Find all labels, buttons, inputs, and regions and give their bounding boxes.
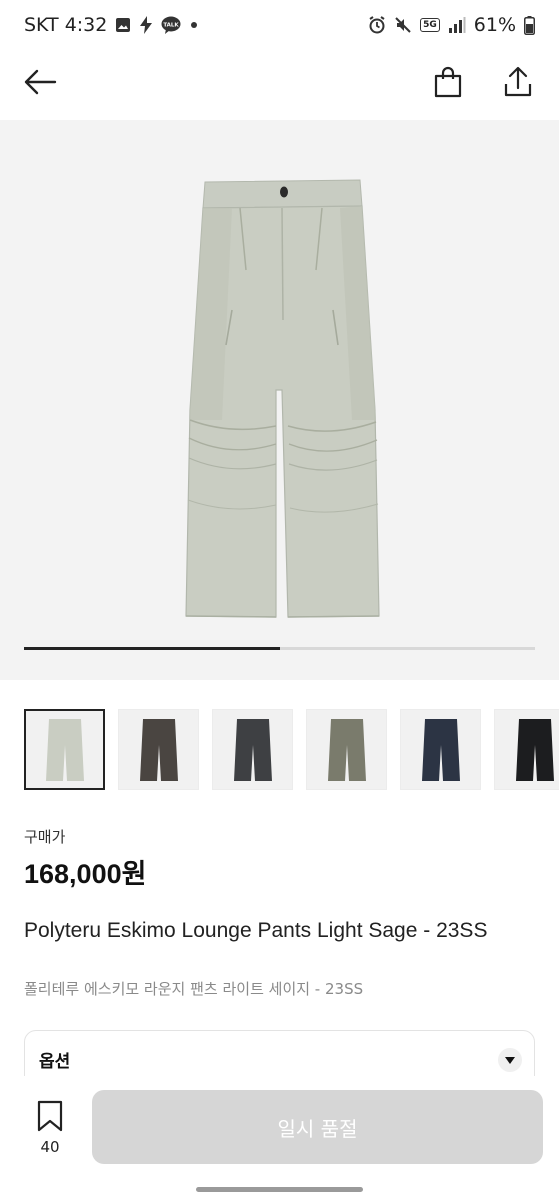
cart-button[interactable] <box>426 60 470 104</box>
bookmark-icon <box>37 1100 63 1132</box>
bookmark-count: 40 <box>40 1138 60 1156</box>
status-bar: SKT 4:32 TALK 5G 61% <box>0 0 559 50</box>
bolt-icon <box>139 16 153 34</box>
battery-percent: 61% <box>473 14 516 36</box>
product-image[interactable] <box>0 120 559 680</box>
carrier-time: SKT 4:32 <box>24 14 108 36</box>
price-label: 구매가 <box>24 828 66 846</box>
product-title-ko: 폴리테루 에스키모 라운지 팬츠 라이트 세이지 - 23SS <box>24 980 364 998</box>
thumbnail[interactable] <box>212 709 293 790</box>
product-title-en: Polyteru Eskimo Lounge Pants Light Sage … <box>24 919 488 942</box>
home-indicator[interactable] <box>196 1187 363 1192</box>
alarm-icon <box>368 16 386 34</box>
top-nav <box>0 54 559 108</box>
pants-illustration <box>185 179 380 618</box>
kakaotalk-icon: TALK <box>161 16 181 34</box>
shopping-bag-icon <box>434 66 462 98</box>
share-button[interactable] <box>496 60 540 104</box>
thumbnail[interactable] <box>118 709 199 790</box>
network-badge: 5G <box>420 18 440 32</box>
battery-icon <box>524 15 535 35</box>
thumbnail[interactable] <box>306 709 387 790</box>
thumbnail[interactable] <box>24 709 105 790</box>
dot-icon <box>189 20 199 30</box>
bottom-action-bar: 40 일시 품절 <box>0 1076 559 1200</box>
soldout-button[interactable]: 일시 품절 <box>92 1090 543 1164</box>
mute-icon <box>394 16 412 34</box>
share-icon <box>504 66 532 97</box>
back-button[interactable] <box>18 60 62 104</box>
thumbnail[interactable] <box>494 709 559 790</box>
bookmark-button[interactable]: 40 <box>24 1100 76 1162</box>
arrow-left-icon <box>24 69 57 95</box>
image-icon <box>115 17 131 33</box>
price-value: 168,000원 <box>24 859 147 889</box>
thumbnail[interactable] <box>400 709 481 790</box>
status-left: SKT 4:32 TALK <box>24 14 199 36</box>
gallery-progress-fill <box>24 647 280 650</box>
thumbnail-strip <box>24 709 559 791</box>
chevron-down-icon <box>498 1048 522 1072</box>
status-right: 5G 61% <box>368 14 535 36</box>
option-label: 옵션 <box>39 1052 71 1072</box>
signal-icon <box>448 17 466 33</box>
gallery-progress <box>24 647 535 650</box>
svg-text:TALK: TALK <box>164 23 180 29</box>
